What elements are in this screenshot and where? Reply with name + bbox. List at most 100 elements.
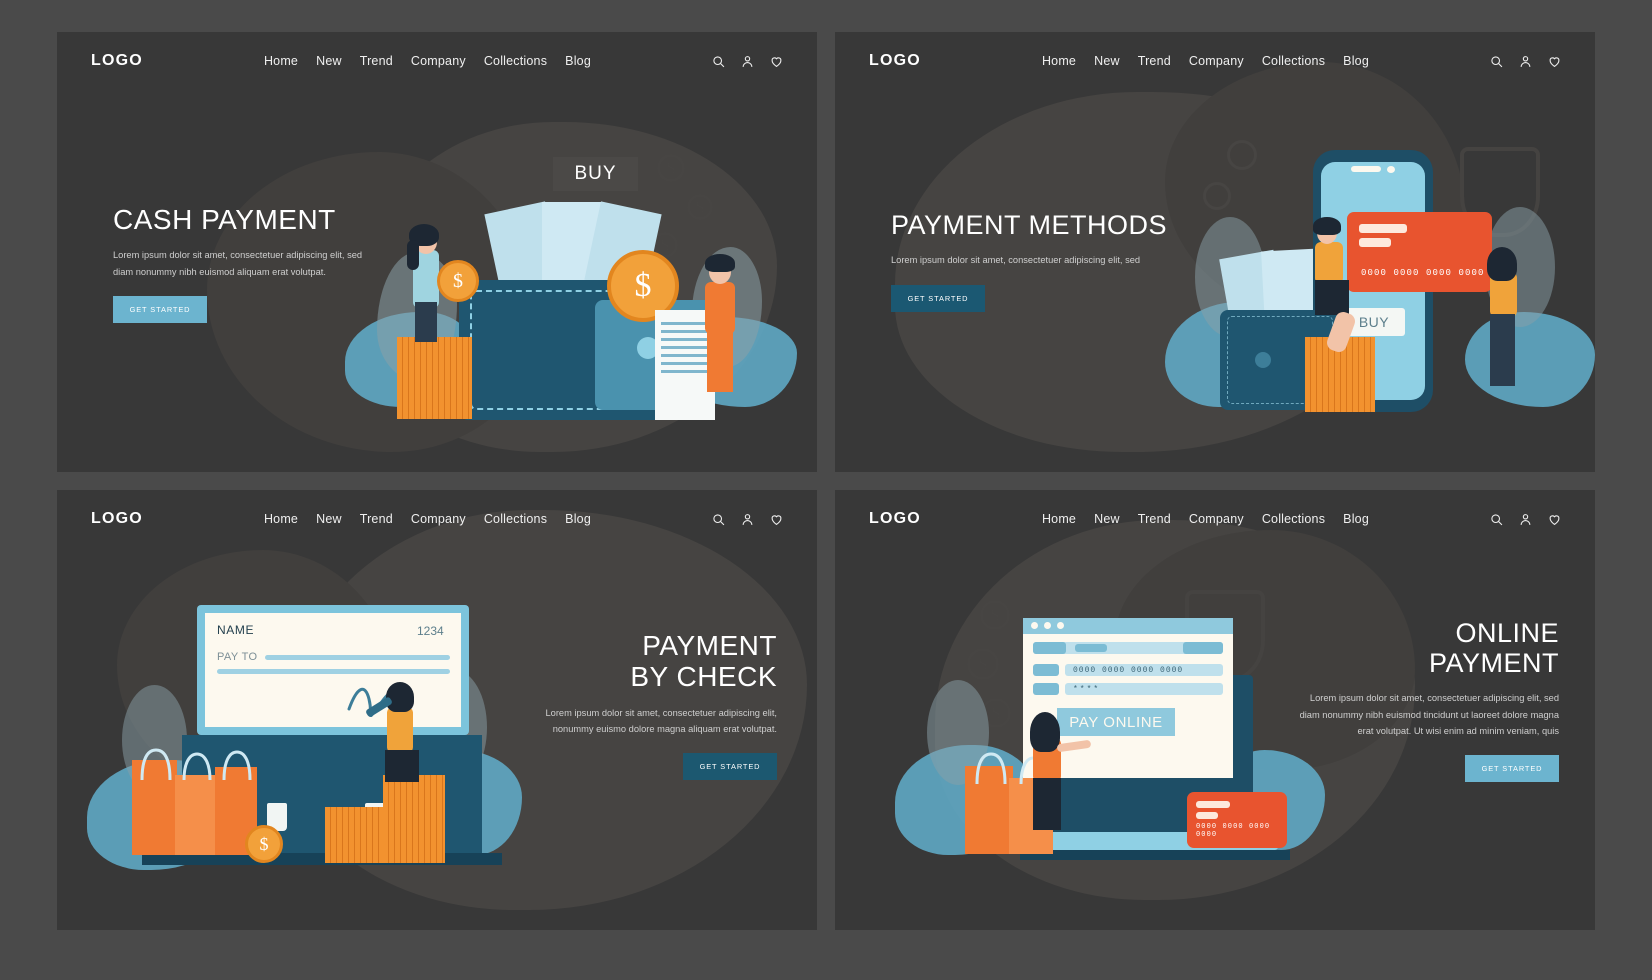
logo[interactable]: LOGO	[869, 510, 921, 528]
nav-link-trend[interactable]: Trend	[360, 54, 393, 68]
coin-icon: $	[245, 825, 283, 863]
window-dot[interactable]	[1031, 622, 1038, 629]
nav-link-collections[interactable]: Collections	[1262, 512, 1325, 526]
logo[interactable]: LOGO	[91, 52, 143, 70]
navbar: LOGO Home New Trend Company Collections …	[835, 490, 1595, 548]
page-title-line-2: PAYMENT	[1428, 648, 1559, 679]
page-title: PAYMENT METHODS	[891, 210, 1168, 240]
credit-card: 0000 0000 0000 0000	[1347, 212, 1492, 292]
nav-link-blog[interactable]: Blog	[1343, 54, 1369, 68]
check-number: 1234	[417, 624, 444, 638]
hero-body: Lorem ipsum dolor sit amet, consectetuer…	[1299, 693, 1559, 736]
panel-payment-by-check: LOGO Home New Trend Company Collections …	[57, 490, 817, 930]
nav-link-home[interactable]: Home	[264, 512, 298, 526]
hero-payment-by-check: PAYMENT BY CHECK Lorem ipsum dolor sit a…	[505, 630, 778, 781]
nav-icons	[1490, 55, 1561, 68]
logo[interactable]: LOGO	[869, 52, 921, 70]
nav-link-home[interactable]: Home	[1042, 512, 1076, 526]
get-started-button[interactable]: GET STARTED	[891, 284, 985, 312]
panel-online-payment: LOGO Home New Trend Company Collections …	[835, 490, 1595, 930]
nav-link-blog[interactable]: Blog	[565, 512, 591, 526]
nav-link-blog[interactable]: Blog	[565, 54, 591, 68]
heart-icon[interactable]	[770, 55, 783, 68]
page-title: PAYMENT BY CHECK	[505, 630, 777, 693]
hero-body: Lorem ipsum dolor sit amet, consectetuer…	[891, 255, 1141, 266]
nav-icons	[1490, 513, 1561, 526]
nav-link-company[interactable]: Company	[1189, 54, 1244, 68]
nav-link-company[interactable]: Company	[411, 54, 466, 68]
page-title: ONLINE PAYMENT	[1289, 618, 1559, 678]
get-started-button[interactable]: GET STARTED	[683, 753, 777, 781]
user-icon[interactable]	[741, 55, 754, 68]
hero-cash-payment: CASH PAYMENT Lorem ipsum dolor sit amet,…	[113, 204, 373, 323]
hero-payment-methods: PAYMENT METHODS Lorem ipsum dolor sit am…	[891, 210, 1171, 312]
coin-ghost-icon: $	[657, 154, 685, 182]
hero-online-payment: ONLINE PAYMENT Lorem ipsum dolor sit ame…	[1289, 618, 1559, 783]
search-icon[interactable]	[1490, 513, 1503, 526]
search-icon[interactable]	[712, 513, 725, 526]
nav-link-collections[interactable]: Collections	[484, 54, 547, 68]
nav-links: Home New Trend Company Collections Blog	[264, 512, 591, 526]
window-dot[interactable]	[1057, 622, 1064, 629]
nav-link-trend[interactable]: Trend	[360, 512, 393, 526]
card-label-field[interactable]	[1033, 664, 1059, 676]
page-title-line-1: PAYMENT	[642, 630, 777, 661]
nav-link-home[interactable]: Home	[1042, 54, 1076, 68]
get-started-button[interactable]: GET STARTED	[113, 295, 207, 323]
user-icon[interactable]	[741, 513, 754, 526]
hero-body: Lorem ipsum dolor sit amet, consectetuer…	[545, 707, 778, 734]
nav-icons	[712, 55, 783, 68]
search-icon[interactable]	[712, 55, 725, 68]
window-dot[interactable]	[1044, 622, 1051, 629]
page-title-line-2: BY CHECK	[630, 661, 777, 693]
hero-body: Lorem ipsum dolor sit amet, consectetuer…	[113, 250, 363, 277]
nav-link-company[interactable]: Company	[411, 512, 466, 526]
landing-page-mockup-board: LOGO Home New Trend Company Collections …	[0, 0, 1652, 980]
navbar: LOGO Home New Trend Company Collections …	[835, 32, 1595, 90]
password-label-field[interactable]	[1033, 683, 1059, 695]
user-icon[interactable]	[1519, 55, 1532, 68]
nav-link-trend[interactable]: Trend	[1138, 54, 1171, 68]
nav-link-company[interactable]: Company	[1189, 512, 1244, 526]
nav-link-collections[interactable]: Collections	[1262, 54, 1325, 68]
heart-icon[interactable]	[1548, 513, 1561, 526]
get-started-button[interactable]: GET STARTED	[1465, 755, 1559, 783]
pay-online-button[interactable]: PAY ONLINE	[1057, 708, 1175, 736]
nav-link-trend[interactable]: Trend	[1138, 512, 1171, 526]
nav-links: Home New Trend Company Collections Blog	[1042, 54, 1369, 68]
panel-payment-methods: LOGO Home New Trend Company Collections …	[835, 32, 1595, 472]
credit-card-number: 0000 0000 0000 0000	[1361, 268, 1485, 278]
search-icon[interactable]	[1490, 55, 1503, 68]
credit-card-number: 0000 0000 0000 0000	[1196, 823, 1271, 839]
phone-card-wallet-illustration: BUY 0000 0000 0000 0000	[1165, 122, 1595, 452]
nav-link-new[interactable]: New	[316, 512, 342, 526]
panel-cash-payment: LOGO Home New Trend Company Collections …	[57, 32, 817, 472]
bank-check-illustration: NAME 1234 PAY TO $	[87, 575, 522, 905]
navbar: LOGO Home New Trend Company Collections …	[57, 32, 817, 90]
window-titlebar	[1023, 618, 1233, 634]
nav-link-blog[interactable]: Blog	[1343, 512, 1369, 526]
credit-card: 0000 0000 0000 0000	[1187, 792, 1287, 848]
wallet-cash-illustration: $ $ $ BUY $ $	[337, 132, 797, 452]
nav-link-home[interactable]: Home	[264, 54, 298, 68]
check-name-label: NAME	[217, 623, 255, 637]
password-value: ****	[1073, 685, 1101, 694]
logo[interactable]: LOGO	[91, 510, 143, 528]
heart-icon[interactable]	[1548, 55, 1561, 68]
page-title: CASH PAYMENT	[113, 204, 336, 235]
laptop-checkout-illustration: $ $ $ 0000 0000 0000 0000 **** PAY ONLIN…	[885, 570, 1325, 910]
nav-link-new[interactable]: New	[1094, 54, 1120, 68]
nav-link-collections[interactable]: Collections	[484, 512, 547, 526]
user-icon[interactable]	[1519, 513, 1532, 526]
card-number-value: 0000 0000 0000 0000	[1073, 666, 1184, 675]
heart-icon[interactable]	[770, 513, 783, 526]
coin-ghost-icon: $	[980, 600, 1010, 630]
nav-links: Home New Trend Company Collections Blog	[264, 54, 591, 68]
nav-links: Home New Trend Company Collections Blog	[1042, 512, 1369, 526]
coin-ghost-icon: $	[967, 648, 999, 680]
nav-link-new[interactable]: New	[316, 54, 342, 68]
nav-icons	[712, 513, 783, 526]
check-payto-label: PAY TO	[217, 651, 258, 663]
navbar: LOGO Home New Trend Company Collections …	[57, 490, 817, 548]
nav-link-new[interactable]: New	[1094, 512, 1120, 526]
